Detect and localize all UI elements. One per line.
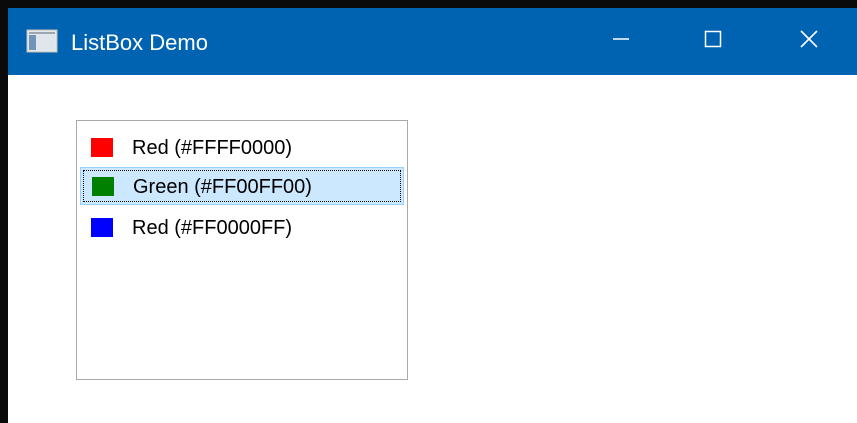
list-item-red[interactable]: Red (#FFFF0000) bbox=[80, 129, 404, 167]
list-item-blue[interactable]: Red (#FF0000FF) bbox=[80, 209, 404, 247]
color-swatch-blue bbox=[91, 218, 113, 237]
list-item-green[interactable]: Green (#FF00FF00) bbox=[80, 167, 404, 205]
maximize-icon bbox=[704, 30, 722, 53]
minimize-button[interactable] bbox=[573, 8, 669, 75]
close-icon bbox=[800, 30, 818, 53]
color-swatch-red bbox=[91, 138, 113, 157]
list-item-label: Red (#FFFF0000) bbox=[132, 137, 293, 159]
app-window: ListBox Demo Red (#FFFF0000) Green (#FF0… bbox=[0, 0, 857, 423]
app-window-icon bbox=[26, 29, 58, 53]
color-swatch-green bbox=[92, 177, 114, 196]
window-title: ListBox Demo bbox=[71, 30, 208, 55]
title-bar[interactable]: ListBox Demo bbox=[8, 8, 857, 75]
close-button[interactable] bbox=[761, 8, 857, 75]
list-item-label: Green (#FF00FF00) bbox=[133, 176, 312, 198]
color-listbox[interactable]: Red (#FFFF0000) Green (#FF00FF00) Red (#… bbox=[76, 120, 408, 380]
list-item-label: Red (#FF0000FF) bbox=[132, 217, 293, 239]
minimize-icon bbox=[612, 30, 630, 53]
maximize-button[interactable] bbox=[665, 8, 761, 75]
